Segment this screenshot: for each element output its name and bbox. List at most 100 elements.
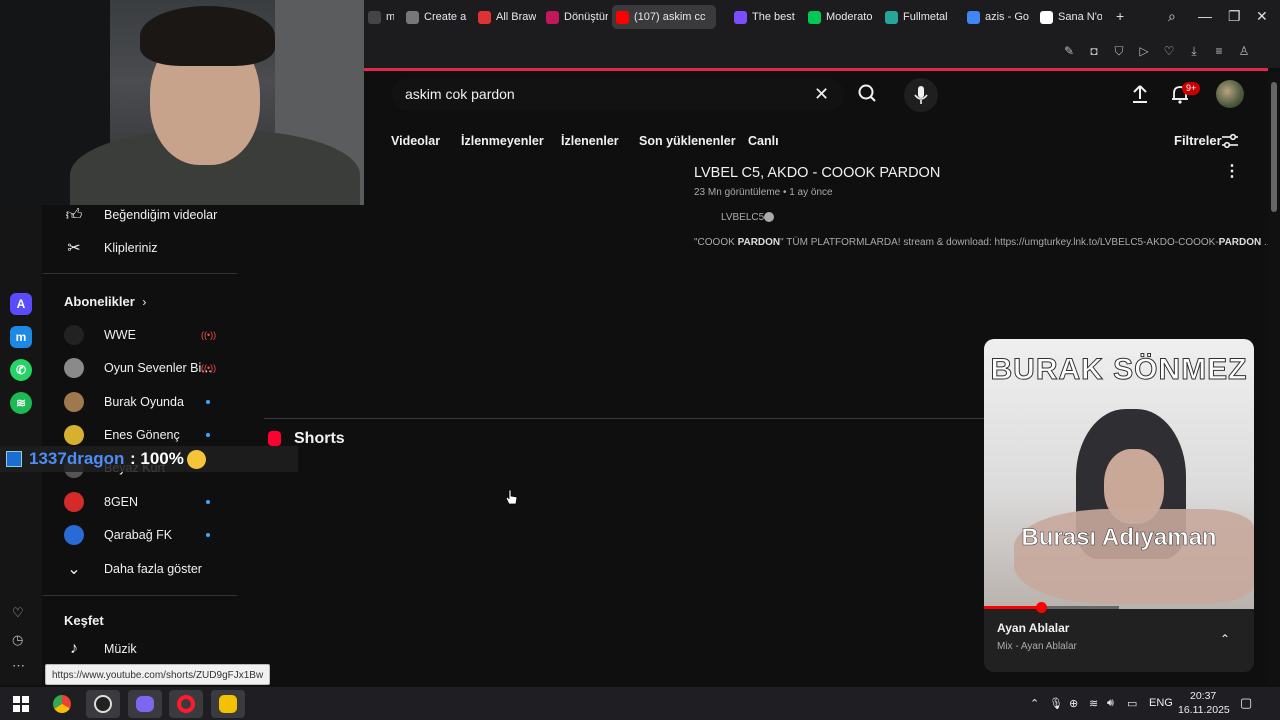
browser-tab[interactable]: All Brawler [474, 5, 536, 29]
search-button[interactable] [846, 78, 890, 110]
chevron-up-icon[interactable]: ⌃ [1220, 632, 1230, 646]
browser-tab[interactable]: Dönüştürü [542, 5, 608, 29]
new-tab-button[interactable]: + [1116, 8, 1124, 24]
language-indicator[interactable]: ENG [1149, 697, 1173, 709]
edit-icon[interactable]: ✎ [1062, 44, 1076, 58]
taskbar-chrome[interactable] [45, 690, 79, 718]
progress-scrubber[interactable] [1035, 602, 1047, 613]
new-content-dot [206, 533, 210, 537]
sidebar-item-label: Klipleriniz [104, 241, 158, 255]
start-button[interactable] [4, 690, 38, 718]
search-input[interactable]: askim cok pardon [405, 86, 515, 102]
filters-button[interactable]: Filtreler [1174, 130, 1238, 152]
tab-label: azis - Goo [985, 11, 1029, 23]
obs-icon [94, 695, 112, 713]
chevron-down-icon: ⌄ [67, 561, 81, 578]
browser-tab[interactable]: Fullmetal [881, 5, 957, 29]
search-box[interactable]: askim cok pardon ✕ [392, 78, 844, 110]
more-options-icon[interactable]: ⋮ [1224, 163, 1240, 181]
notification-center-icon[interactable]: ▢ [1240, 695, 1252, 711]
page-scrollbar[interactable] [1268, 72, 1280, 685]
taskbar-obs[interactable] [86, 690, 120, 718]
browser-tab[interactable]: azis - Goo [963, 5, 1029, 29]
aria-icon[interactable]: A [10, 293, 32, 315]
tab-label: Sana N'ol [1058, 11, 1102, 23]
sidebar-item-subscription[interactable]: Burak Oyunda [43, 386, 237, 418]
heart-icon[interactable]: ♡ [1162, 44, 1176, 58]
chip-izlenmeyenler[interactable]: İzlenmeyenler [461, 130, 544, 152]
browser-tab[interactable]: The best C [730, 5, 798, 29]
profile-icon[interactable]: ♙ [1237, 44, 1251, 58]
video-description: "COOOK PARDON" TÜM PLATFORMLARDA! stream… [694, 237, 1273, 248]
camera-icon[interactable]: ◘ [1087, 44, 1101, 58]
sidebar-item-subscription[interactable]: Oyun Sevenler Bi... ((•)) [43, 352, 237, 384]
browser-tab[interactable]: Sana N'ol [1036, 5, 1102, 29]
mic-tray-icon[interactable]: 🎙︎ [1049, 697, 1063, 710]
upload-button[interactable] [1128, 82, 1152, 106]
chip-son-yuklenenler[interactable]: Son yüklenenler [639, 130, 736, 152]
wifi-icon[interactable]: ≋ [1089, 697, 1098, 710]
download-icon[interactable]: ⤓ [1187, 44, 1201, 58]
more-icon[interactable]: ⋯ [12, 658, 25, 674]
chip-izlenenler[interactable]: İzlenenler [561, 130, 619, 152]
play-icon[interactable]: ▷ [1137, 44, 1151, 58]
miniplayer-title[interactable]: Ayan Ablalar [997, 621, 1069, 635]
scrollbar-thumb[interactable] [1271, 82, 1277, 212]
scissors-icon: ✂ [67, 240, 81, 257]
chrome-icon [53, 695, 71, 713]
sidebar-show-more[interactable]: ⌄ Daha fazla göster [43, 553, 237, 585]
browser-tab[interactable]: (107) askim cc [612, 5, 716, 29]
channel-name-link[interactable]: LVBELC5 [721, 212, 764, 223]
sidebar-item-subscription[interactable]: 8GEN [43, 486, 237, 518]
history-icon[interactable]: ◷ [12, 632, 23, 648]
sidebar-item-subscription[interactable]: Qarabağ FK [43, 519, 237, 551]
overlay-message: : 100% [130, 449, 184, 468]
chip-canli[interactable]: Canlı [748, 130, 779, 152]
sidebar-item-liked-videos[interactable]: 👍︎ Beğendiğim videolar [43, 199, 237, 231]
sidebar-item-clips[interactable]: ✂ Klipleriniz [43, 232, 237, 264]
sidebar-item-subscription[interactable]: WWE ((•)) [43, 319, 237, 351]
battery-icon[interactable]: ▭ [1127, 697, 1137, 710]
sidebar-divider [43, 595, 237, 596]
chip-videolar[interactable]: Videolar [391, 130, 440, 152]
browser-tab[interactable]: Create a A [402, 5, 468, 29]
voice-search-button[interactable] [904, 78, 938, 112]
new-content-dot [206, 433, 210, 437]
browser-tab[interactable]: Moderato [804, 5, 876, 29]
sidebar-divider [43, 273, 237, 274]
whatsapp-icon[interactable]: ✆ [10, 359, 32, 381]
user-badge-icon [6, 451, 22, 467]
subscriptions-heading[interactable]: Abonelikler › [64, 294, 146, 309]
menu-icon[interactable]: ≡ [1212, 44, 1226, 58]
taskbar-app[interactable] [211, 690, 245, 718]
sidebar-item-music[interactable]: ♪ Müzik [43, 633, 237, 665]
account-avatar[interactable] [1216, 80, 1244, 108]
avatar [64, 392, 84, 412]
discord-icon [136, 696, 154, 712]
restore-icon[interactable]: ❐ [1228, 8, 1241, 25]
shield-icon[interactable]: ⛉ [1112, 44, 1126, 58]
thumbs-up-icon: 👍︎ [65, 206, 83, 224]
taskbar-opera[interactable] [169, 690, 203, 718]
verified-icon [764, 212, 774, 222]
miniplayer-subtitle: Mix - Ayan Ablalar [997, 641, 1077, 652]
heart-icon[interactable]: ♡ [12, 605, 24, 621]
tab-search-icon[interactable]: ⌕ [1168, 8, 1176, 25]
spotify-icon[interactable]: ≋ [10, 392, 32, 414]
progress-fill [984, 606, 1041, 609]
video-title-link[interactable]: LVBEL C5, AKDO - COOOK PARDON [694, 165, 940, 181]
opera-sidebar-rail: A m ✆ ≋ ♡ ◷ ⋯ [0, 205, 42, 685]
clock-time[interactable]: 20:37 [1190, 690, 1216, 702]
taskbar-discord[interactable] [128, 690, 162, 718]
tray-overflow-icon[interactable]: ⌃ [1030, 697, 1039, 710]
clear-search-icon[interactable]: ✕ [814, 84, 829, 105]
clock-date[interactable]: 16.11.2025 [1178, 704, 1230, 716]
miniplayer-video[interactable]: BURAK SÖNMEZ Burası Adıyaman [984, 339, 1254, 609]
close-icon[interactable]: ✕ [1256, 8, 1268, 25]
volume-icon[interactable]: 🔊︎ [1107, 697, 1114, 710]
minimize-icon[interactable]: — [1198, 8, 1212, 24]
browser-tab[interactable]: metal [364, 5, 394, 29]
network-icon[interactable]: ⊕ [1069, 697, 1078, 710]
messenger-icon[interactable]: m [10, 326, 32, 348]
miniplayer[interactable]: BURAK SÖNMEZ Burası Adıyaman Ayan Ablala… [984, 339, 1254, 672]
